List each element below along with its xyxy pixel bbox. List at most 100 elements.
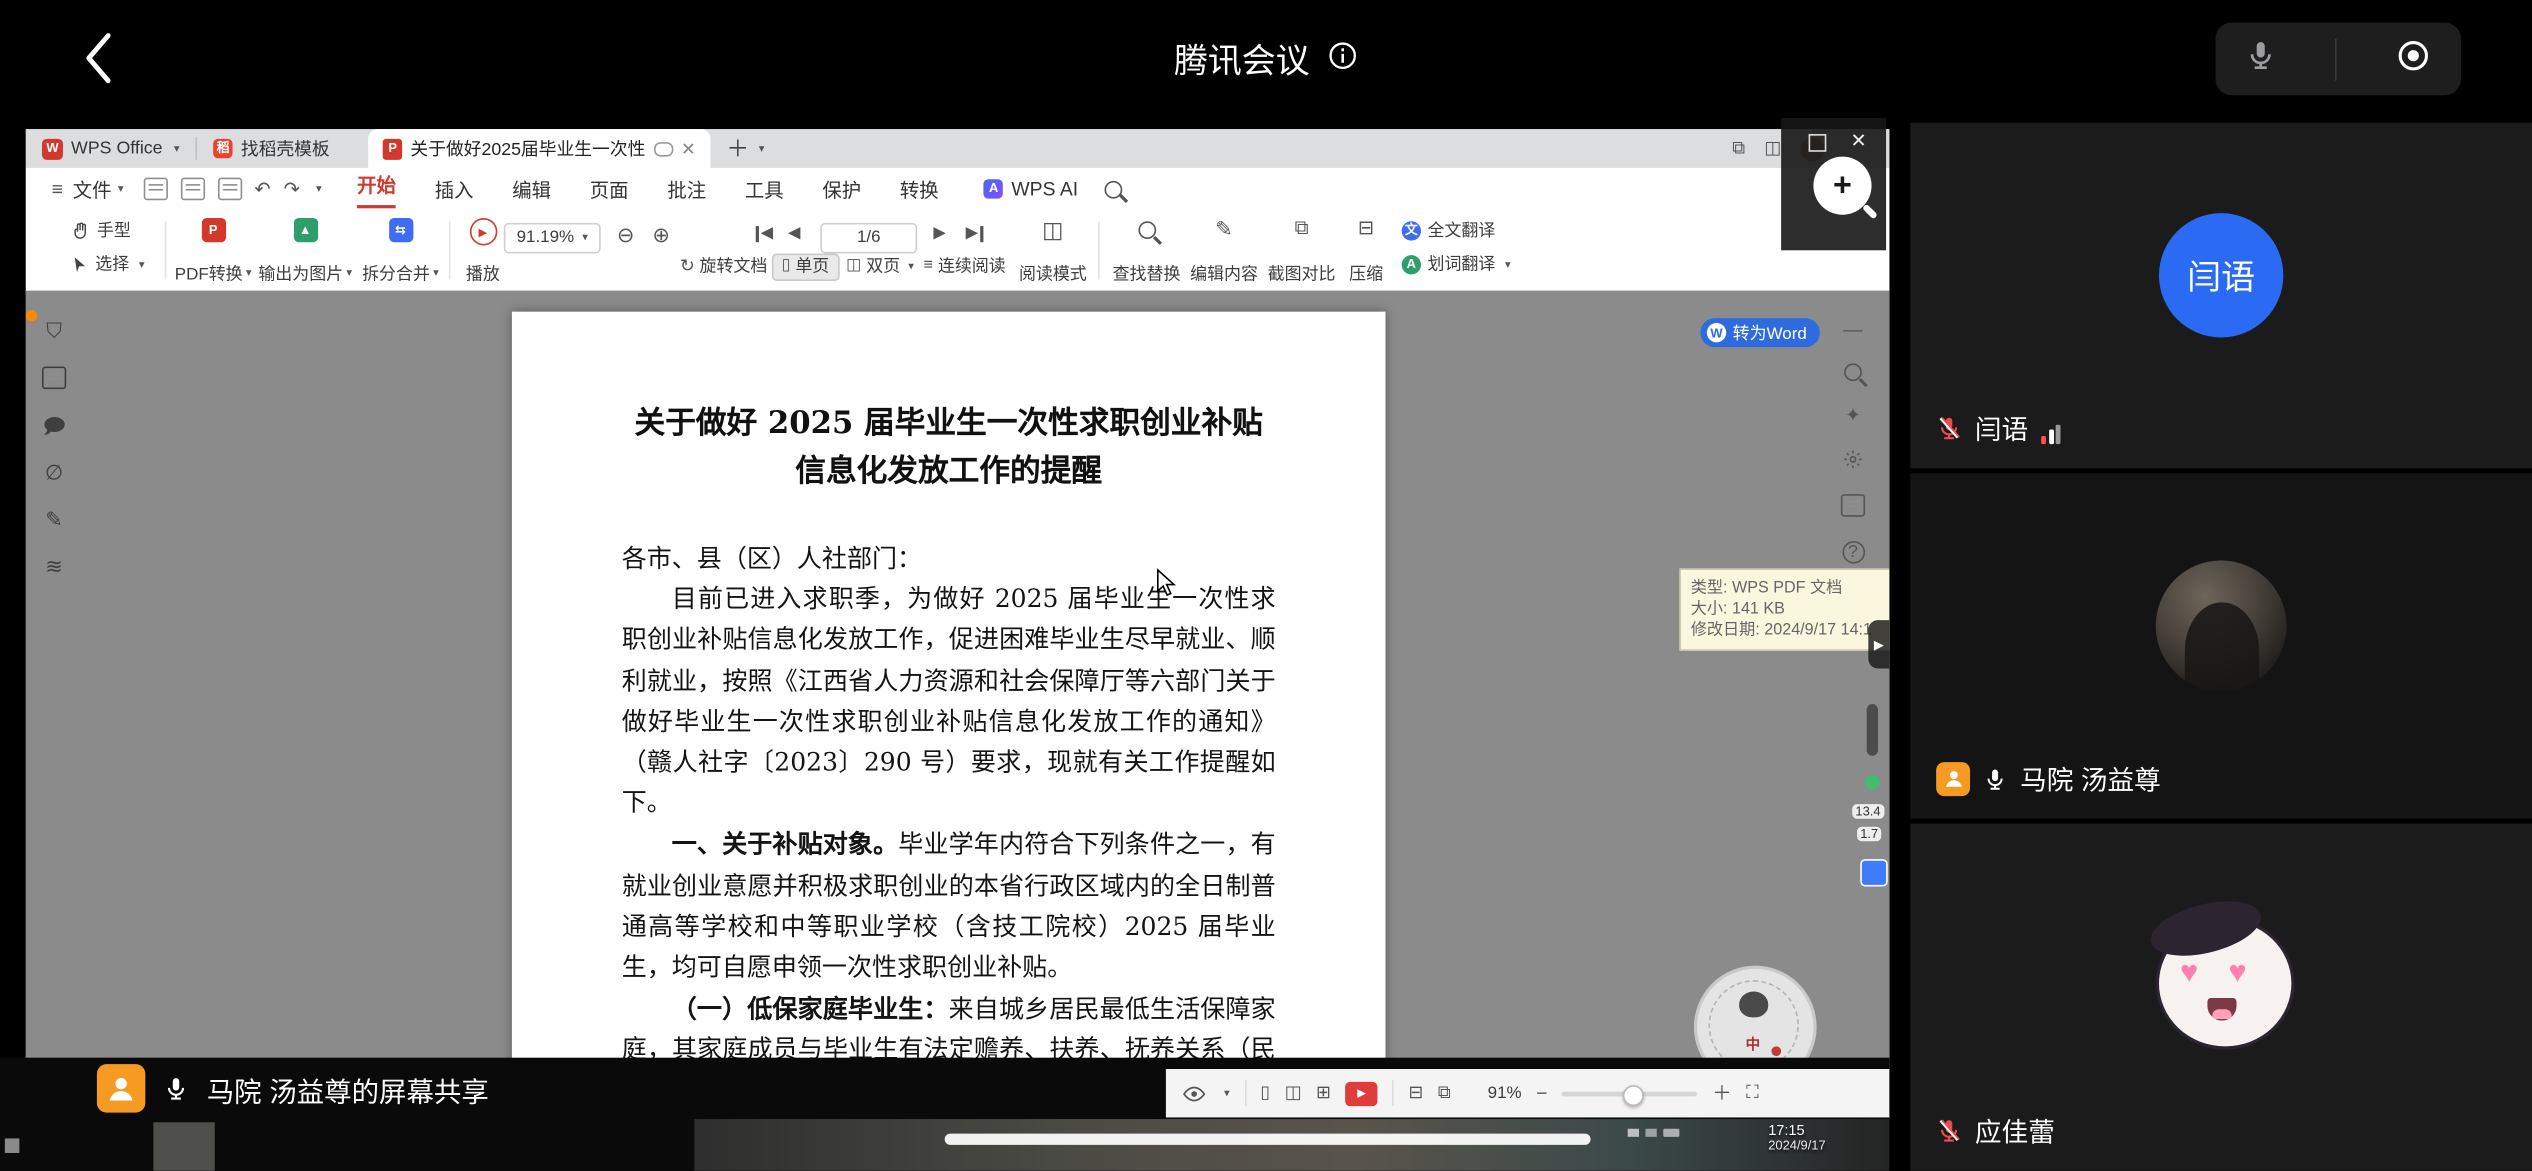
status-double-page-icon[interactable]: ◫ [1285, 1084, 1302, 1102]
doc-scrollbar[interactable] [1867, 704, 1878, 756]
compress-button[interactable]: ⊟ 压缩 [1340, 218, 1392, 286]
hamburger-icon[interactable]: ≡ [52, 179, 63, 198]
open-folder-icon[interactable] [143, 178, 167, 201]
layers-icon[interactable]: ≋ [45, 555, 63, 576]
settings-gear-icon[interactable] [1842, 449, 1863, 470]
menu-tools[interactable]: 工具 [745, 175, 784, 202]
microphone-button[interactable] [2245, 37, 2277, 81]
hand-tool-button[interactable]: 手型 [71, 221, 131, 240]
zoom-slider-thumb[interactable] [1623, 1084, 1644, 1105]
double-page-button[interactable]: ◫ 双页 ▾ [846, 258, 914, 275]
menu-protect[interactable]: 保护 [822, 175, 861, 202]
zoom-minus-icon[interactable]: − [1536, 1084, 1547, 1103]
marker-blue-chip[interactable] [1860, 859, 1887, 886]
status-grid-icon[interactable]: ⊞ [1316, 1084, 1331, 1102]
tab-list-chevron-icon[interactable]: ▾ [759, 143, 765, 154]
bookmark-icon[interactable]: ⛉ [46, 320, 62, 341]
new-tab-button[interactable]: ＋ [726, 132, 749, 164]
status-play-button[interactable]: ▶ [1345, 1081, 1377, 1105]
translate-icon: 文 [1402, 221, 1421, 240]
menu-page[interactable]: 页面 [590, 175, 629, 202]
zoom-slider[interactable] [1562, 1091, 1698, 1096]
horizontal-scrollbar[interactable] [945, 1134, 1591, 1145]
convert-to-word-button[interactable]: W 转为Word [1700, 318, 1819, 347]
restore-window-icon[interactable] [1809, 134, 1827, 152]
tab-document-active[interactable]: P 关于做好2025届毕业生一次性 ✕ [368, 129, 710, 168]
marker-green-dot[interactable] [1865, 775, 1880, 790]
zoom-plus-icon[interactable]: ＋ [1712, 1084, 1731, 1103]
export-image-button[interactable]: ▲ 输出为图片▾ [255, 218, 355, 286]
split-merge-icon: ⇆ [388, 218, 412, 242]
last-page-icon[interactable]: ▶ [966, 226, 983, 242]
edit-content-button[interactable]: ✎ 编辑内容 [1185, 218, 1263, 286]
status-single-page-icon[interactable]: ▯ [1260, 1084, 1270, 1102]
next-page-icon[interactable]: ▶ [933, 226, 945, 242]
zoom-select[interactable]: 91.19% ▾ [504, 223, 601, 254]
collapse-icon[interactable]: — [1843, 320, 1862, 339]
zoom-in-icon[interactable]: ⊕ [652, 224, 670, 245]
crop-frame-icon[interactable] [1841, 494, 1865, 517]
menu-edit[interactable]: 编辑 [512, 175, 551, 202]
translate-word-button[interactable]: A 划词翻译 ▾ [1402, 255, 1511, 274]
wps-floating-badge[interactable]: 中 [1694, 966, 1817, 1069]
window-stack-icon[interactable]: ⧉ [1732, 140, 1745, 158]
participant-tile-2[interactable]: 马院 汤益尊 [1910, 473, 2532, 819]
translate-full-button[interactable]: 文 全文翻译 [1402, 221, 1496, 240]
image-icon[interactable] [42, 367, 66, 390]
search-icon[interactable] [1104, 180, 1122, 198]
page-number-input[interactable]: 1/6 [820, 223, 917, 254]
menu-wps-ai[interactable]: A WPS AI [984, 178, 1078, 201]
expand-panel-tab[interactable]: ▶ [1868, 620, 1889, 668]
participant-tile-1[interactable]: 闫语 闫语 [1910, 123, 2532, 469]
screenshot-compare-button[interactable]: ⧉ 截图对比 [1263, 218, 1341, 286]
close-window-icon[interactable]: ✕ [1851, 129, 1867, 152]
menu-start[interactable]: 开始 [357, 170, 396, 207]
menu-file[interactable]: 文件 [73, 175, 112, 202]
pen-icon[interactable]: ✎ [45, 509, 63, 530]
select-tool-button[interactable]: 选择 ▾ [71, 255, 144, 274]
sharer-mic-icon[interactable] [163, 1074, 189, 1103]
tab-wps-home[interactable]: W WPS Office ▾ [26, 138, 196, 159]
attachment-icon[interactable]: ∅ [45, 462, 63, 483]
continuous-read-button[interactable]: ≡ 连续阅读 [924, 258, 1006, 275]
tab-close-icon[interactable]: ✕ [681, 138, 696, 159]
plus-magnifier-icon: + [1833, 170, 1852, 202]
play-button[interactable]: ▶ 播放 [459, 218, 507, 286]
comment-icon[interactable]: 🗩 [42, 415, 65, 436]
pdf-page[interactable]: 关于做好 2025 届毕业生一次性求职创业补贴 信息化发放工作的提醒 各市、县（… [512, 312, 1386, 1069]
participant-tile-3[interactable]: ♥ ♥ 应佳蕾 [1910, 824, 2532, 1171]
prev-page-icon[interactable]: ◀ [788, 226, 800, 242]
help-icon[interactable]: ? [1842, 541, 1865, 564]
menu-convert[interactable]: 转换 [900, 175, 939, 202]
single-page-button[interactable]: ▯ 单页 [772, 254, 839, 281]
zoom-out-icon[interactable]: ⊖ [617, 224, 635, 245]
find-replace-button[interactable]: 查找替换 [1108, 218, 1186, 286]
ai-refresh-icon[interactable]: ✦ [1845, 405, 1861, 424]
eye-icon[interactable] [1182, 1084, 1206, 1102]
translate-word-label: 划词翻译 [1427, 256, 1495, 273]
save-icon[interactable] [180, 178, 204, 201]
participant-avatar-initials: 闫语 [2159, 213, 2283, 337]
fit-width-icon[interactable]: ⊟ [1408, 1084, 1423, 1102]
split-merge-label: 拆分合并 [362, 266, 430, 283]
pdf-convert-button[interactable]: P PDF转换▾ [174, 218, 252, 286]
rotate-icon: ↻ [680, 258, 695, 276]
fit-page-icon[interactable]: ⧉ [1438, 1084, 1451, 1102]
panel-search-icon[interactable] [1844, 363, 1862, 381]
read-mode-button[interactable]: ◫ 阅读模式 [1014, 218, 1092, 286]
meeting-info-button[interactable] [1327, 40, 1358, 79]
participant-name: 闫语 [1975, 409, 2028, 448]
redo-icon[interactable]: ↷ [284, 179, 300, 198]
print-icon[interactable] [217, 178, 241, 201]
split-merge-button[interactable]: ⇆ 拆分合并▾ [358, 218, 442, 286]
tab-template[interactable]: 稻 找稻壳模板 [197, 136, 346, 162]
undo-icon[interactable]: ↶ [254, 179, 270, 198]
menu-annotate[interactable]: 批注 [667, 175, 706, 202]
first-page-icon[interactable]: ◀ [756, 226, 773, 242]
fullscreen-icon[interactable]: ⛶ [1746, 1084, 1758, 1102]
record-button[interactable] [2395, 36, 2432, 81]
rotate-doc-button[interactable]: ↻ 旋转文档 [680, 258, 768, 276]
layout-grid-icon[interactable]: ◫ [1764, 140, 1781, 158]
screenshot-compare-label: 截图对比 [1268, 266, 1336, 283]
menu-insert[interactable]: 插入 [435, 175, 474, 202]
